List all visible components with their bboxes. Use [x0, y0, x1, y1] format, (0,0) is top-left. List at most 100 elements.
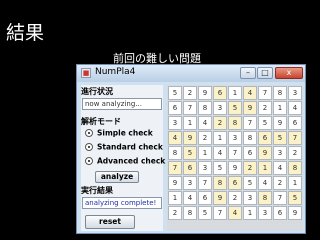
grid-cell[interactable]: 2 [198, 131, 212, 145]
grid-cell[interactable]: 9 [183, 131, 197, 145]
grid-cell[interactable]: 1 [213, 131, 227, 145]
grid-cell[interactable]: 3 [288, 86, 302, 100]
grid-cell[interactable]: 3 [183, 176, 197, 190]
grid-cell[interactable]: 1 [183, 116, 197, 130]
grid-cell[interactable]: 8 [183, 206, 197, 220]
grid-cell[interactable]: 3 [273, 146, 287, 160]
grid-cell[interactable]: 2 [273, 176, 287, 190]
grid-cell[interactable]: 1 [228, 86, 242, 100]
grid-cell[interactable]: 2 [213, 116, 227, 130]
grid-cell[interactable]: 9 [273, 116, 287, 130]
grid-cell[interactable]: 2 [183, 86, 197, 100]
progress-label: 進行状況 [81, 87, 113, 96]
grid-cell[interactable]: 1 [273, 101, 287, 115]
grid-cell[interactable]: 2 [168, 206, 182, 220]
grid-cell[interactable]: 6 [183, 161, 197, 175]
grid-cell[interactable]: 8 [168, 146, 182, 160]
grid-cell[interactable]: 6 [198, 191, 212, 205]
grid-cell[interactable]: 7 [243, 116, 257, 130]
radio-icon [85, 157, 93, 165]
grid-cell[interactable]: 9 [243, 101, 257, 115]
numpla-window: ■ NumPla4 – □ x 進行状況 now analyzing... 解析… [76, 64, 306, 234]
grid-cell[interactable]: 5 [243, 176, 257, 190]
grid-cell[interactable]: 7 [228, 146, 242, 160]
grid-cell[interactable]: 4 [183, 191, 197, 205]
grid-cell[interactable]: 1 [258, 161, 272, 175]
result-status-field: analyzing complete! [82, 197, 162, 209]
result-label: 実行結果 [81, 186, 113, 195]
close-button[interactable]: x [275, 67, 303, 79]
grid-cell[interactable]: 8 [258, 191, 272, 205]
app-icon: ■ [81, 68, 91, 78]
minimize-button[interactable]: – [240, 67, 256, 79]
grid-cell[interactable]: 3 [213, 101, 227, 115]
grid-cell[interactable]: 1 [198, 146, 212, 160]
grid-cell[interactable]: 6 [228, 176, 242, 190]
grid-cell[interactable]: 7 [213, 206, 227, 220]
maximize-button[interactable]: □ [257, 67, 273, 79]
grid-cell[interactable]: 4 [243, 86, 257, 100]
grid-cell[interactable]: 3 [198, 161, 212, 175]
grid-cell[interactable]: 8 [288, 161, 302, 175]
control-panel: 進行状況 now analyzing... 解析モード Simple check… [81, 85, 165, 231]
grid-cell[interactable]: 2 [258, 101, 272, 115]
grid-cell[interactable]: 7 [273, 191, 287, 205]
grid-cell[interactable]: 9 [288, 206, 302, 220]
grid-cell[interactable]: 8 [273, 86, 287, 100]
grid-cell[interactable]: 5 [288, 191, 302, 205]
grid-cell[interactable]: 6 [168, 101, 182, 115]
radio-advanced-check[interactable]: Advanced check [85, 156, 165, 168]
grid-cell[interactable]: 5 [183, 146, 197, 160]
grid-cell[interactable]: 2 [228, 191, 242, 205]
progress-status-field: now analyzing... [82, 98, 162, 110]
radio-label: Simple check [97, 128, 153, 138]
grid-cell[interactable]: 8 [243, 131, 257, 145]
analyze-button[interactable]: analyze [95, 171, 139, 183]
grid-cell[interactable]: 1 [168, 191, 182, 205]
grid-cell[interactable]: 3 [243, 191, 257, 205]
grid-cell[interactable]: 5 [258, 116, 272, 130]
grid-cell[interactable]: 2 [243, 161, 257, 175]
grid-cell[interactable]: 4 [228, 206, 242, 220]
grid-cell[interactable]: 1 [288, 176, 302, 190]
grid-cell[interactable]: 7 [168, 161, 182, 175]
grid-cell[interactable]: 6 [243, 146, 257, 160]
grid-cell[interactable]: 8 [213, 176, 227, 190]
grid-cell[interactable]: 3 [168, 116, 182, 130]
grid-cell[interactable]: 7 [198, 176, 212, 190]
grid-cell[interactable]: 5 [198, 206, 212, 220]
grid-cell[interactable]: 5 [168, 86, 182, 100]
grid-cell[interactable]: 9 [213, 191, 227, 205]
grid-cell[interactable]: 9 [198, 86, 212, 100]
radio-standard-check[interactable]: Standard check [85, 142, 163, 154]
grid-cell[interactable]: 7 [288, 131, 302, 145]
grid-cell[interactable]: 4 [288, 101, 302, 115]
grid-cell[interactable]: 8 [198, 101, 212, 115]
grid-cell[interactable]: 5 [213, 161, 227, 175]
grid-cell[interactable]: 4 [213, 146, 227, 160]
grid-cell[interactable]: 9 [168, 176, 182, 190]
reset-button[interactable]: reset [85, 215, 135, 229]
grid-cell[interactable]: 8 [228, 116, 242, 130]
grid-cell[interactable]: 9 [258, 146, 272, 160]
grid-cell[interactable]: 6 [288, 116, 302, 130]
window-title: NumPla4 [95, 67, 136, 77]
grid-cell[interactable]: 6 [258, 131, 272, 145]
grid-cell[interactable]: 1 [243, 206, 257, 220]
grid-cell[interactable]: 4 [258, 176, 272, 190]
grid-cell[interactable]: 5 [273, 131, 287, 145]
grid-cell[interactable]: 6 [273, 206, 287, 220]
window-titlebar[interactable]: ■ NumPla4 – □ x [77, 65, 305, 82]
grid-cell[interactable]: 2 [288, 146, 302, 160]
radio-simple-check[interactable]: Simple check [85, 128, 153, 140]
grid-cell[interactable]: 4 [273, 161, 287, 175]
grid-cell[interactable]: 4 [168, 131, 182, 145]
grid-cell[interactable]: 3 [258, 206, 272, 220]
grid-cell[interactable]: 9 [228, 161, 242, 175]
grid-cell[interactable]: 7 [183, 101, 197, 115]
grid-cell[interactable]: 3 [228, 131, 242, 145]
grid-cell[interactable]: 4 [198, 116, 212, 130]
grid-cell[interactable]: 7 [258, 86, 272, 100]
grid-cell[interactable]: 5 [228, 101, 242, 115]
grid-cell[interactable]: 6 [213, 86, 227, 100]
